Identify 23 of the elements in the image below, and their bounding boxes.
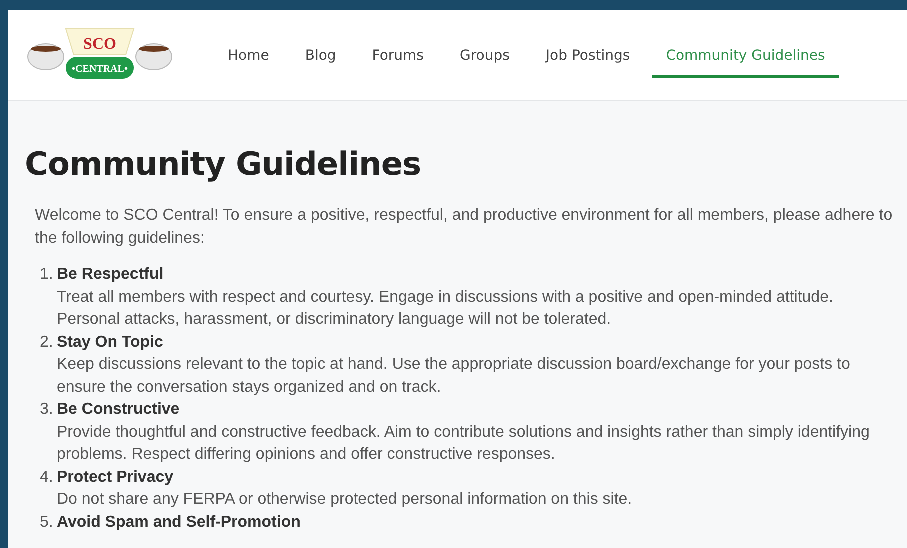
list-number: 1. — [40, 265, 54, 285]
guideline-heading: Stay On Topic — [57, 332, 164, 352]
intro-text: Welcome to SCO Central! To ensure a positive, respectful, and productive environment for all members, please adhere to the following guidelines: — [35, 206, 894, 248]
guideline-heading: Be Constructive — [57, 400, 181, 420]
guideline-heading: Protect Privacy — [57, 468, 175, 488]
list-number: 5. — [40, 512, 54, 532]
guideline-heading: Be Respectful — [57, 265, 165, 285]
list-number: 3. — [40, 400, 54, 420]
nav-link[interactable]: Forums — [358, 38, 438, 78]
page-title: Community Guidelines — [25, 145, 422, 183]
nav-link[interactable]: Home — [214, 38, 284, 78]
nav-link[interactable]: Groups — [446, 38, 524, 78]
list-number: 2. — [40, 332, 54, 352]
guideline-text: Treat all members with respect and courtesy. Engage in discussions with a positive and open-minded attitude. Personal attacks, harassment, or discriminatory language will not be tolerated. — [57, 288, 834, 330]
nav-link[interactable]: Community Guidelines — [652, 38, 840, 78]
guideline-heading: Avoid Spam and Self-Promotion — [57, 512, 302, 532]
list-number: 4. — [40, 468, 54, 488]
nav-link[interactable]: Blog — [291, 38, 350, 78]
guideline-text: Do not share any FERPA or otherwise protected personal information on this site. — [57, 490, 634, 510]
guideline-text: Keep discussions relevant to the topic at hand. Use the appropriate discussion board/exchange for your posts to ensure the conversation stays organized and on track. — [57, 355, 852, 398]
logo-drawing: SCO •CENTRAL• — [26, 25, 174, 85]
guideline-text: Provide thoughtful and constructive feedback. Aim to contribute solutions and insights rather than simply identifying problems. Respect differing opinions and offer constructive responses. — [57, 422, 871, 465]
nav-link[interactable]: Job Postings — [532, 38, 644, 78]
